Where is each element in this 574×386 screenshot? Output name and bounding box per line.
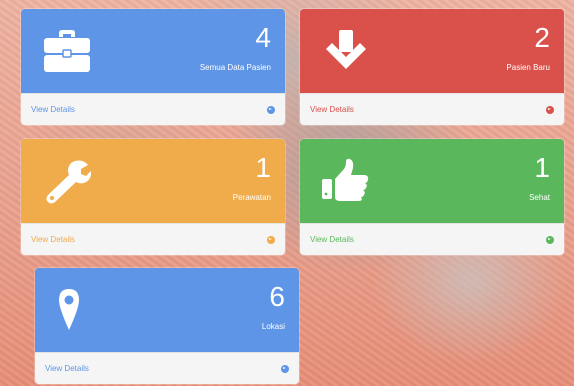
panel-heading: 4 Semua Data Pasien — [21, 9, 285, 93]
patient-count: 4 — [255, 22, 271, 53]
map-marker-icon — [59, 289, 79, 330]
panel-location: 6 Lokasi View Details — [35, 268, 299, 384]
arrow-circle-right-icon — [267, 235, 275, 244]
view-details-text: View Details — [31, 105, 75, 114]
panel-treatment: 1 Perawatan View Details — [21, 139, 285, 255]
view-details-link[interactable]: View Details — [300, 223, 564, 255]
panel-label: Sehat — [529, 193, 550, 202]
panel-heading: 1 Sehat — [300, 139, 564, 223]
panel-label: Perawatan — [232, 193, 271, 202]
healthy-count: 1 — [534, 152, 550, 183]
treatment-count: 1 — [255, 152, 271, 183]
wrench-icon — [46, 160, 92, 204]
new-patient-count: 2 — [534, 22, 550, 53]
view-details-link[interactable]: View Details — [21, 93, 285, 125]
view-details-text: View Details — [31, 235, 75, 244]
panel-healthy: 1 Sehat View Details — [300, 139, 564, 255]
panel-label: Lokasi — [261, 322, 285, 331]
view-details-link[interactable]: View Details — [21, 223, 285, 255]
panel-heading: 1 Perawatan — [21, 139, 285, 223]
arrow-circle-right-icon — [267, 105, 275, 114]
location-count: 6 — [269, 281, 285, 312]
arrow-down-icon — [326, 30, 366, 69]
panel-label: Semua Data Pasien — [199, 63, 271, 72]
panel-all-patients: 4 Semua Data Pasien View Details — [21, 9, 285, 125]
panel-new-patients: 2 Pasien Baru View Details — [300, 9, 564, 125]
view-details-text: View Details — [45, 364, 89, 373]
panel-label: Pasien Baru — [506, 63, 550, 72]
panel-heading: 6 Lokasi — [35, 268, 299, 352]
view-details-text: View Details — [310, 235, 354, 244]
arrow-circle-right-icon — [281, 364, 289, 373]
view-details-text: View Details — [310, 105, 354, 114]
panel-heading: 2 Pasien Baru — [300, 9, 564, 93]
arrow-circle-right-icon — [546, 105, 554, 114]
arrow-circle-right-icon — [546, 235, 554, 244]
thumbs-up-icon — [322, 158, 369, 201]
view-details-link[interactable]: View Details — [300, 93, 564, 125]
view-details-link[interactable]: View Details — [35, 352, 299, 384]
briefcase-icon — [44, 30, 90, 72]
